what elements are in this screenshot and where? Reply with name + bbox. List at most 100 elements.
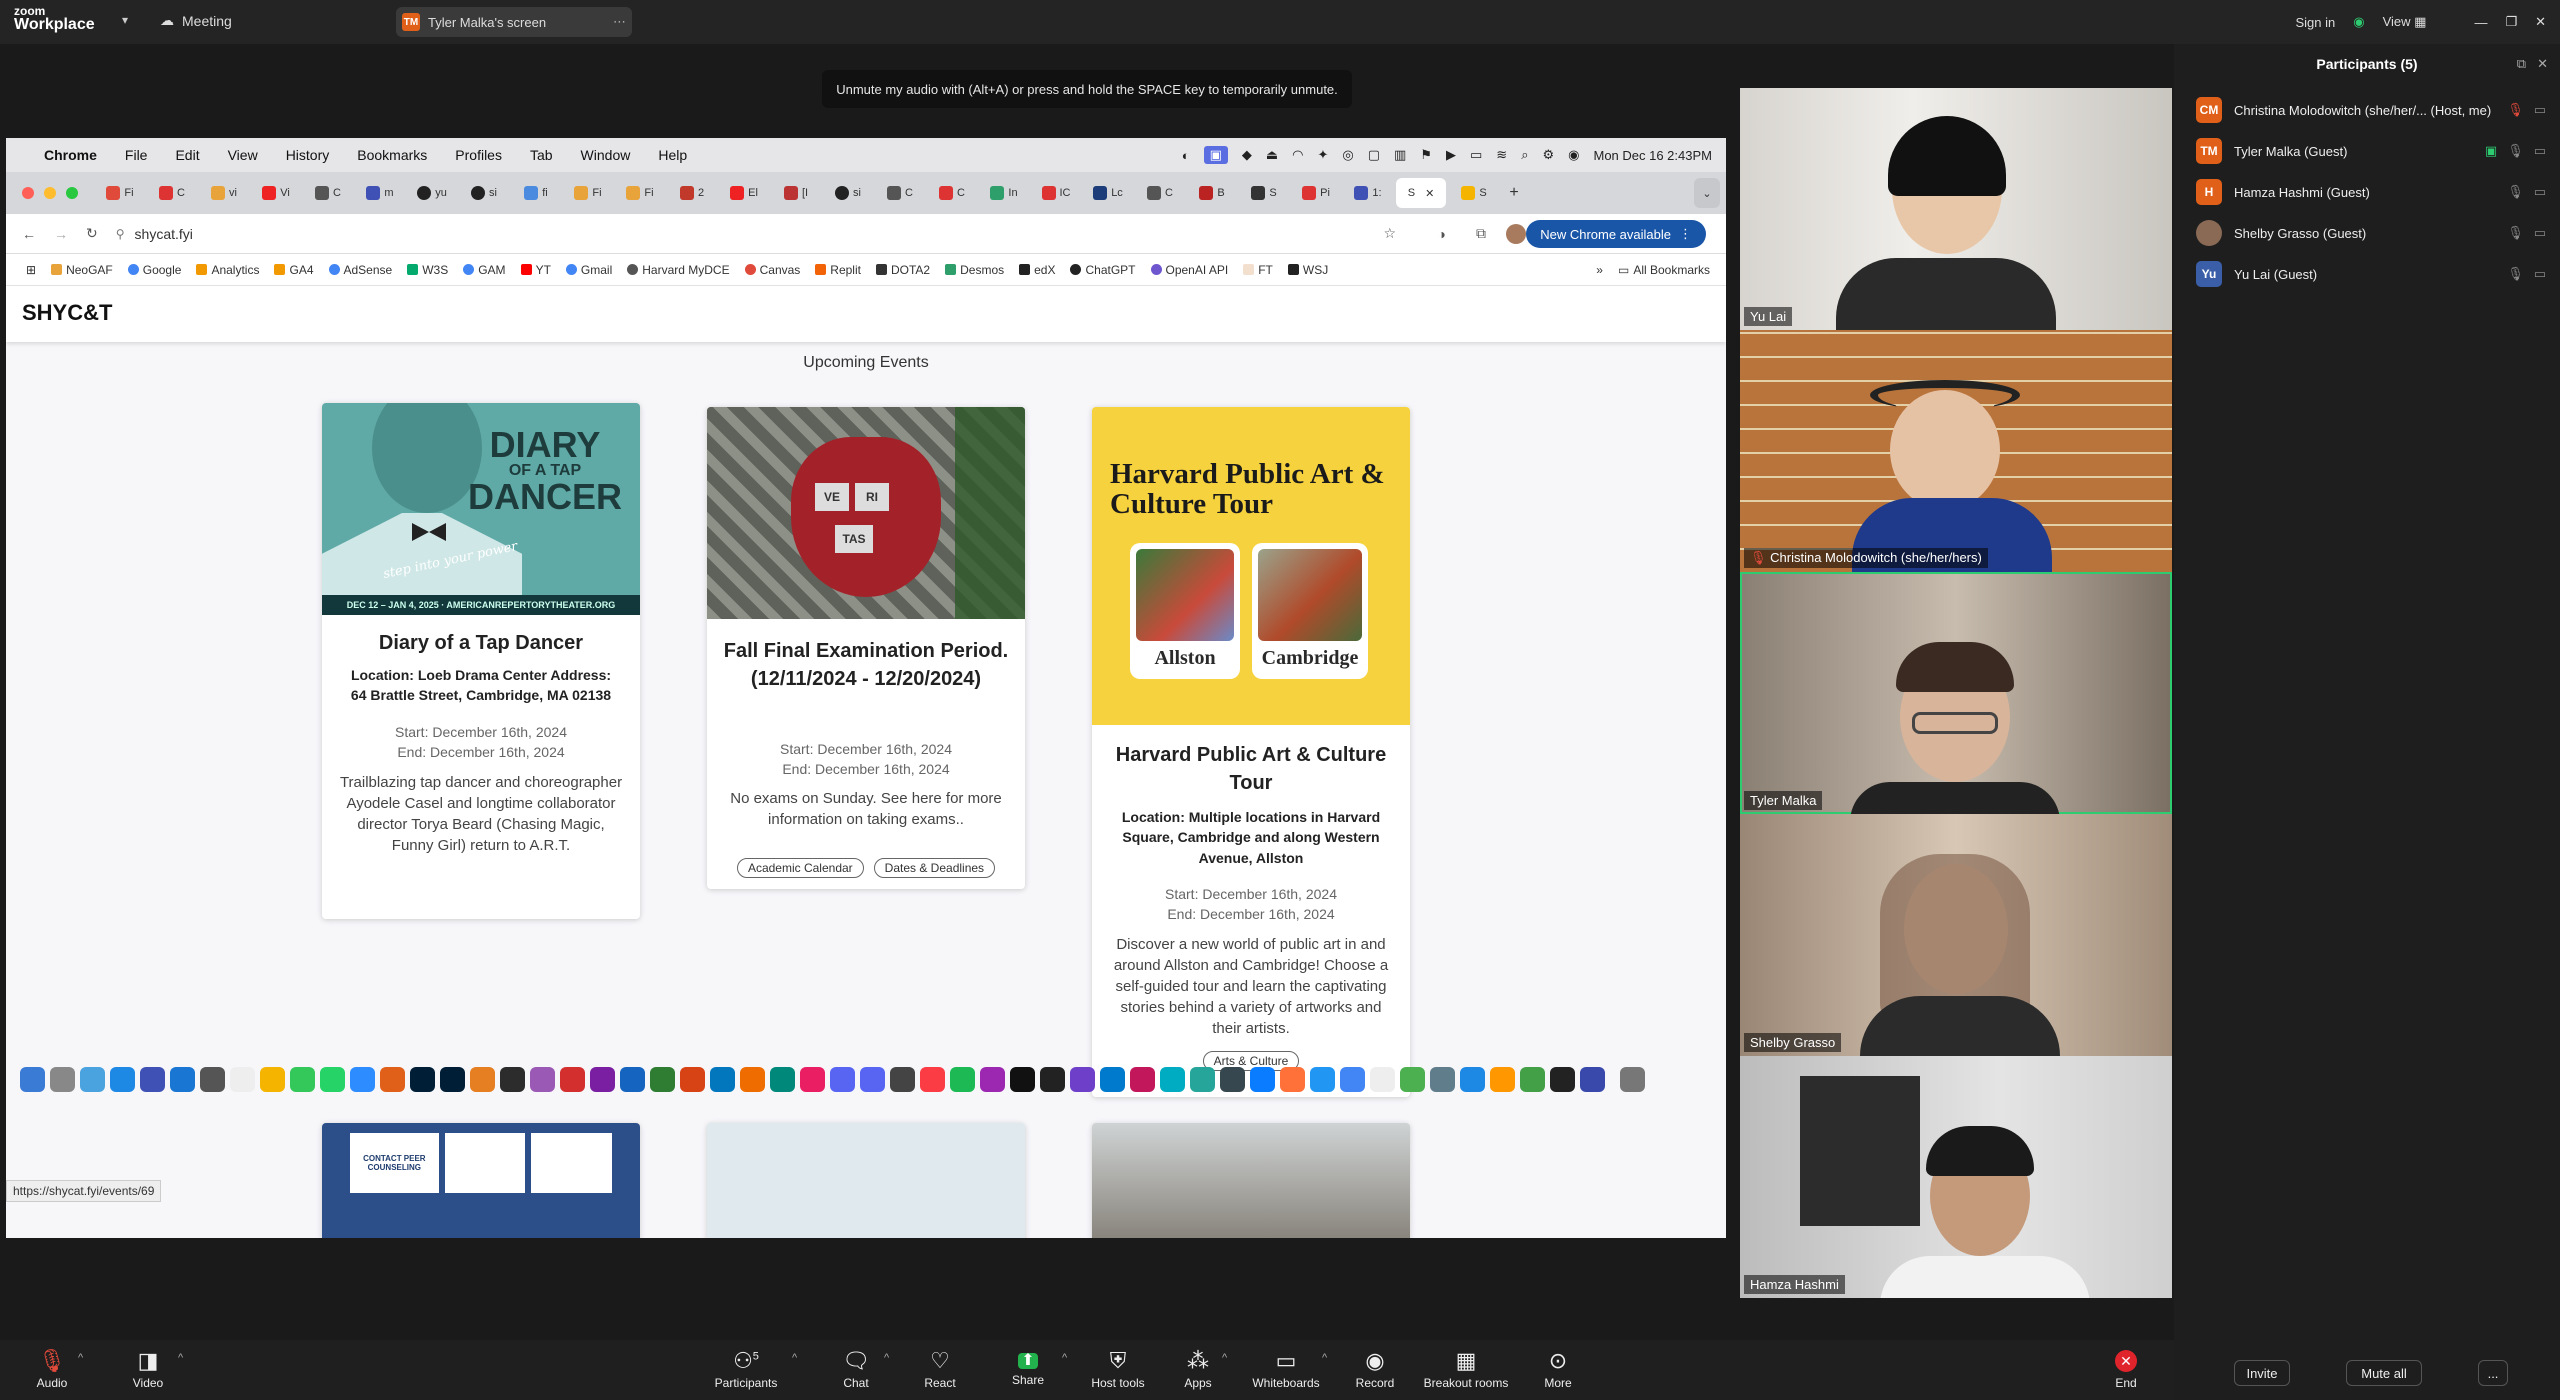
close-icon[interactable]: ✕ <box>2537 56 2548 72</box>
menu-edit[interactable]: Edit <box>175 147 199 163</box>
tag-academic-calendar[interactable]: Academic Calendar <box>736 857 864 878</box>
video-tile-active-speaker[interactable]: Tyler Malka <box>1740 572 2172 814</box>
app-icon[interactable] <box>470 1066 495 1092</box>
apps-grid-icon[interactable]: ⊞ <box>26 263 36 277</box>
status-icon[interactable]: ◐ <box>1182 148 1190 163</box>
browser-tab[interactable]: C <box>304 178 352 208</box>
sign-in-button[interactable]: Sign in <box>2295 15 2335 30</box>
video-tile[interactable]: 🎙︎ Christina Molodowitch (she/her/hers) <box>1740 330 2172 572</box>
zoom-share-icon[interactable]: ▣ <box>1203 146 1228 164</box>
bookmark-item[interactable]: AdSense <box>328 263 392 277</box>
mic-icon[interactable]: 🎙︎ <box>2507 143 2524 159</box>
app-icon[interactable] <box>1220 1066 1245 1092</box>
maximize-icon[interactable]: ❐ <box>2505 14 2517 30</box>
profile-avatar[interactable] <box>1506 223 1526 244</box>
bookmark-item[interactable]: NeoGAF <box>51 263 113 277</box>
menu-app[interactable]: Chrome <box>44 147 97 163</box>
new-chrome-button[interactable]: New Chrome available ⋮ <box>1526 220 1706 248</box>
dropbox-icon[interactable]: ◆ <box>1242 147 1252 163</box>
apps-button[interactable]: ⁂ Apps <box>1174 1340 1222 1400</box>
browser-tab[interactable]: fi <box>512 178 560 208</box>
chevron-up-icon[interactable]: ^ <box>884 1352 889 1364</box>
mic-icon[interactable]: 🎙︎ <box>2507 225 2524 241</box>
browser-tab[interactable]: In <box>980 178 1028 208</box>
firefox-icon[interactable] <box>1280 1066 1305 1092</box>
browser-tab[interactable]: Fi <box>564 178 612 208</box>
chevron-up-icon[interactable]: ^ <box>1322 1352 1327 1364</box>
status-icon[interactable]: ▥ <box>1394 147 1406 163</box>
browser-tab[interactable]: 1: <box>1344 178 1392 208</box>
bookmark-item[interactable]: Analytics <box>196 263 259 277</box>
notes-icon[interactable] <box>260 1066 285 1092</box>
event-card[interactable] <box>707 1123 1025 1238</box>
app-icon[interactable] <box>1580 1066 1605 1092</box>
browser-tab[interactable]: Fi <box>616 178 664 208</box>
app-icon[interactable] <box>500 1066 525 1092</box>
reload-icon[interactable]: ↻ <box>86 225 98 242</box>
status-icon[interactable]: ◠ <box>1292 147 1303 163</box>
lightroom-icon[interactable] <box>440 1066 465 1092</box>
zoom-icon[interactable] <box>350 1066 375 1092</box>
participants-button[interactable]: ⚇5 Participants <box>708 1340 784 1400</box>
battery-icon[interactable]: ▭ <box>1470 147 1482 163</box>
vlc-icon[interactable] <box>1490 1066 1515 1092</box>
whatsapp-icon[interactable] <box>320 1066 345 1092</box>
dropbox-icon[interactable] <box>170 1066 195 1092</box>
app-icon[interactable] <box>530 1066 555 1092</box>
browser-tab[interactable]: si <box>824 178 872 208</box>
bookmark-item[interactable]: ChatGPT <box>1070 263 1136 277</box>
event-card[interactable]: step into your power DIARY OF A TAP DANC… <box>322 403 640 919</box>
app-icon[interactable] <box>140 1066 165 1092</box>
trash-icon[interactable] <box>1620 1066 1645 1092</box>
menu-file[interactable]: File <box>125 147 148 163</box>
window-zoom-icon[interactable] <box>66 187 78 199</box>
browser-tab[interactable]: IC <box>1032 178 1080 208</box>
video-tile[interactable]: Hamza Hashmi <box>1740 1056 2172 1298</box>
browser-tab[interactable]: [I <box>772 178 820 208</box>
mic-muted-icon[interactable]: 🎙︎ <box>2507 102 2524 118</box>
minimize-icon[interactable]: — <box>2474 15 2487 30</box>
bookmark-item[interactable]: Harvard MyDCE <box>627 263 730 277</box>
react-button[interactable]: ♡ React <box>916 1340 964 1400</box>
discord-icon[interactable] <box>860 1066 885 1092</box>
meeting-menu[interactable]: ☁ Meeting <box>160 12 232 29</box>
bookmark-star-icon[interactable]: ☆ <box>1383 225 1396 242</box>
more-options-button[interactable]: ... <box>2478 1360 2508 1386</box>
participant-row[interactable]: Shelby Grasso (Guest) 🎙︎ ▭ <box>2196 217 2546 249</box>
participant-row[interactable]: CM Christina Molodowitch (she/her/... (H… <box>2196 94 2546 126</box>
safari-icon[interactable] <box>80 1066 105 1092</box>
bookmark-item[interactable]: YT <box>520 263 551 277</box>
site-info-icon[interactable]: ⚲ <box>116 227 125 241</box>
all-bookmarks[interactable]: ▭ All Bookmarks <box>1618 263 1710 277</box>
messages-icon[interactable] <box>290 1066 315 1092</box>
app-icon[interactable] <box>1370 1066 1395 1092</box>
bookmark-item[interactable]: edX <box>1019 263 1055 277</box>
slack-icon[interactable] <box>800 1066 825 1092</box>
app-icon[interactable] <box>1190 1066 1215 1092</box>
mute-all-button[interactable]: Mute all <box>2346 1360 2422 1386</box>
bookmark-item[interactable]: Google <box>127 263 181 277</box>
vscode-icon[interactable] <box>1100 1066 1125 1092</box>
chevron-up-icon[interactable]: ^ <box>78 1352 83 1364</box>
share-screen-icon[interactable]: ▣ <box>2485 143 2497 159</box>
invite-button[interactable]: Invite <box>2234 1360 2290 1386</box>
status-icon[interactable]: ⚑ <box>1420 147 1432 163</box>
record-button[interactable]: ◉ Record <box>1350 1340 1400 1400</box>
browser-tab[interactable]: vi <box>200 178 248 208</box>
back-icon[interactable]: ← <box>22 226 36 242</box>
host-tools-button[interactable]: ⛨ Host tools <box>1086 1340 1150 1400</box>
participant-row[interactable]: Yu Yu Lai (Guest) 🎙︎ ▭ <box>2196 258 2546 290</box>
url-input[interactable]: shycat.fyi <box>135 226 193 242</box>
tab-search-icon[interactable]: ⌄ <box>1694 178 1720 208</box>
app-icon[interactable] <box>890 1066 915 1092</box>
app-icon[interactable] <box>1130 1066 1155 1092</box>
app-icon[interactable] <box>380 1066 405 1092</box>
browser-tab[interactable]: 2 <box>668 178 716 208</box>
mic-icon[interactable]: 🎙︎ <box>2507 266 2524 282</box>
menu-window[interactable]: Window <box>581 147 631 163</box>
app-icon[interactable] <box>1520 1066 1545 1092</box>
video-off-icon[interactable]: ▭ <box>2534 266 2546 282</box>
chevron-up-icon[interactable]: ^ <box>178 1352 183 1364</box>
bookmark-item[interactable]: FT <box>1243 263 1273 277</box>
photoshop-icon[interactable] <box>410 1066 435 1092</box>
